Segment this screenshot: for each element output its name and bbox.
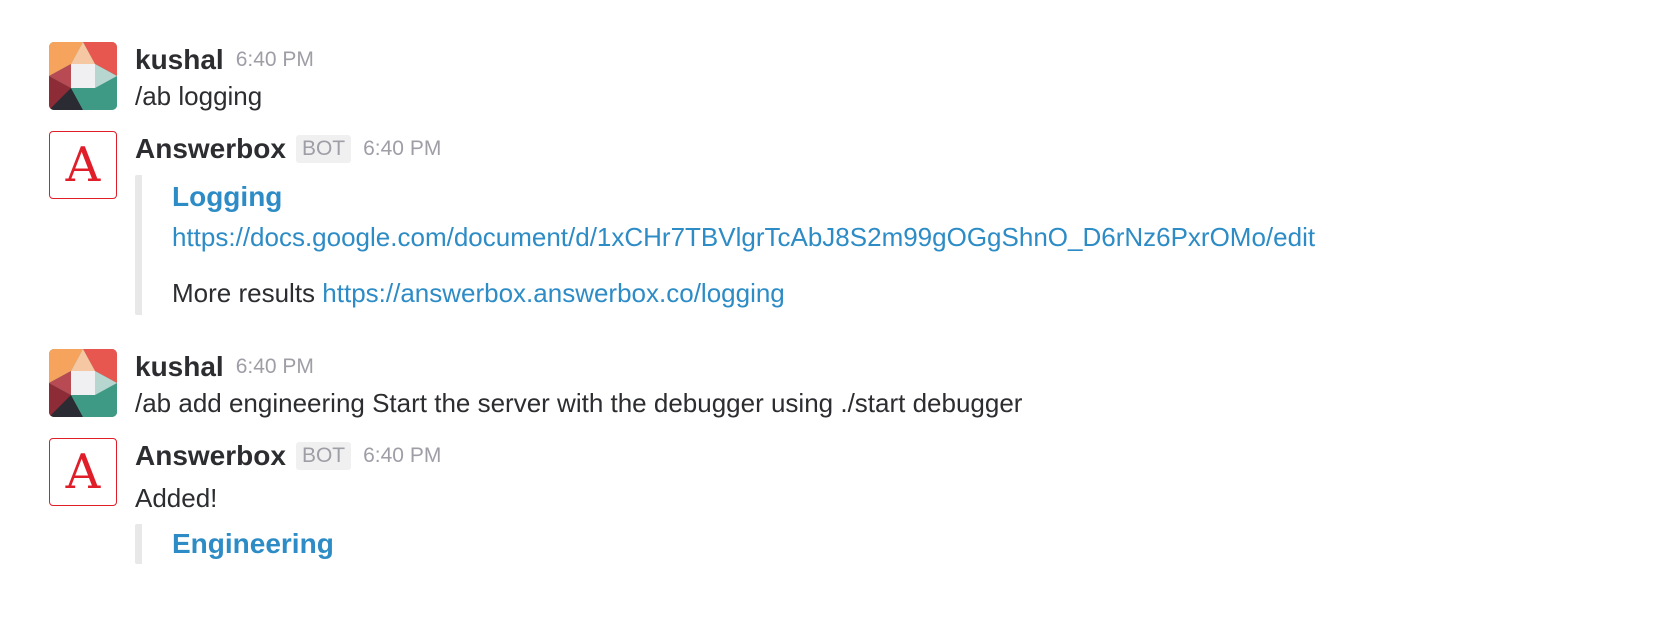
- message-text: /ab logging: [135, 81, 263, 111]
- answerbox-logo-icon[interactable]: A: [49, 438, 117, 506]
- message-meta: Answerbox BOT 6:40 PM: [135, 438, 1609, 474]
- timestamp[interactable]: 6:40 PM: [236, 48, 314, 71]
- message-meta: kushal 6:40 PM: [135, 349, 1609, 385]
- timestamp[interactable]: 6:40 PM: [363, 137, 441, 160]
- message-meta: Answerbox BOT 6:40 PM: [135, 131, 1609, 167]
- sender-name[interactable]: kushal: [135, 351, 224, 382]
- message-text: /ab add engineering Start the server wit…: [135, 388, 1023, 418]
- message-body: kushal 6:40 PM /ab logging: [135, 42, 1609, 114]
- sender-name[interactable]: Answerbox: [135, 440, 286, 471]
- attachment-title-link[interactable]: Engineering: [172, 524, 1609, 564]
- attachment-title-link[interactable]: Logging: [172, 177, 1609, 217]
- sender-name[interactable]: kushal: [135, 44, 224, 75]
- more-results-link[interactable]: https://answerbox.answerbox.co/logging: [322, 278, 785, 308]
- timestamp[interactable]: 6:40 PM: [363, 444, 441, 467]
- message-body: Answerbox BOT 6:40 PM Logging https://docs…: [135, 131, 1609, 315]
- answerbox-logo-letter: A: [65, 444, 101, 500]
- message-body: Answerbox BOT 6:40 PM Added! Engineering: [135, 438, 1609, 564]
- message-body: kushal 6:40 PM /ab add engineering Start …: [135, 349, 1609, 421]
- sender-name[interactable]: Answerbox: [135, 133, 286, 164]
- more-results: More results https://answerbox.answerbox…: [172, 273, 1609, 313]
- attachment-url-link[interactable]: https://docs.google.com/document/d/1xCHr…: [172, 217, 1609, 257]
- attachment: Logging https://docs.google.com/document…: [135, 175, 1609, 315]
- user-avatar-icon[interactable]: [49, 42, 117, 110]
- answerbox-logo-letter: A: [65, 137, 101, 193]
- bot-badge: BOT: [295, 442, 352, 470]
- more-results-label: More results: [172, 278, 316, 308]
- answerbox-logo-icon[interactable]: A: [49, 131, 117, 199]
- timestamp[interactable]: 6:40 PM: [236, 355, 314, 378]
- message-meta: kushal 6:40 PM: [135, 42, 1609, 78]
- message-text: Added!: [135, 483, 218, 513]
- bot-badge: BOT: [295, 135, 352, 163]
- attachment: Engineering: [135, 524, 1609, 564]
- user-avatar-icon[interactable]: [49, 349, 117, 417]
